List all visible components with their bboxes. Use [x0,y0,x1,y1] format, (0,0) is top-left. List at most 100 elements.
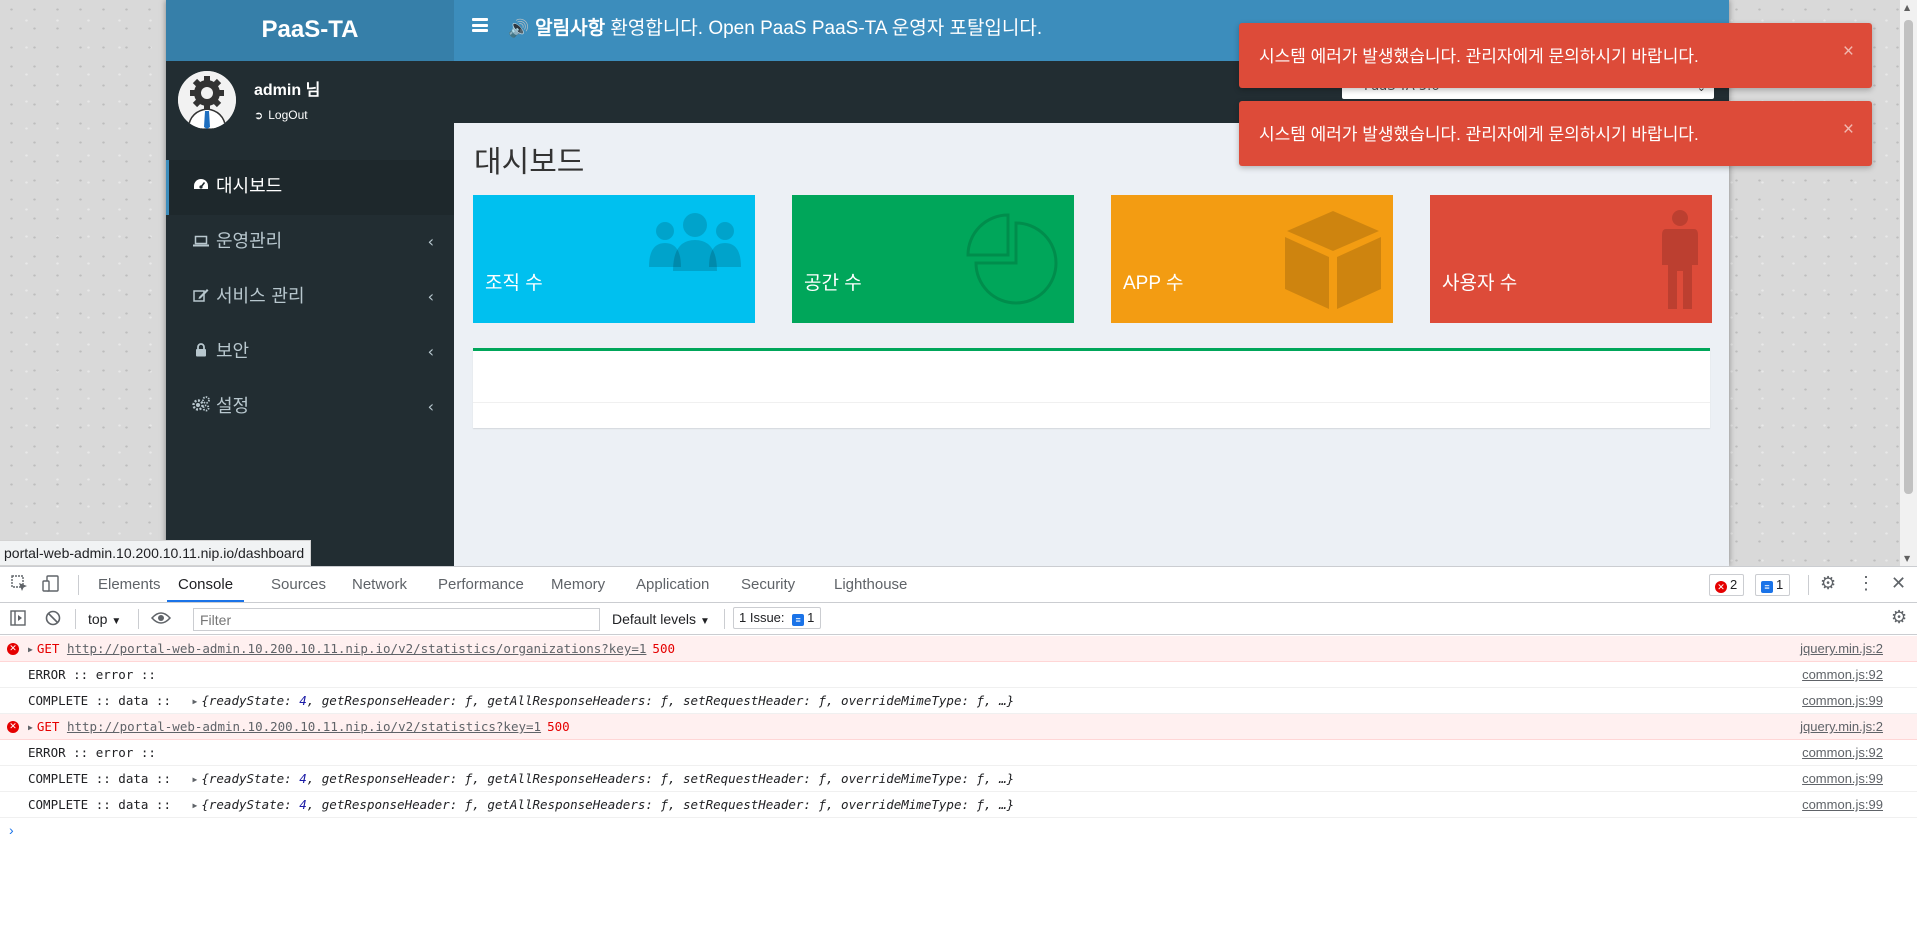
menu-toggle-icon[interactable] [472,18,488,32]
speaker-icon: 🔊 [508,19,530,38]
sidebar-item-settings[interactable]: 설정 ‹ [166,380,454,435]
source-link[interactable]: common.js:99 [1802,792,1883,817]
tab-lighthouse[interactable]: Lighthouse [834,567,907,602]
chevron-left-icon: ‹ [427,232,434,251]
object-number: 4 [299,771,307,786]
issues-label: 1 Issue: [739,610,785,625]
log-levels-value: Default levels [612,611,697,627]
status-code: 500 [547,719,570,734]
logout-label: LogOut [268,108,308,122]
settings-gear-icon[interactable]: ⚙ [1820,573,1836,594]
scroll-up-icon[interactable]: ▲ [1904,3,1910,12]
console-prompt[interactable]: › [0,818,1917,842]
error-count-badge[interactable]: ✕ 2 [1709,574,1745,596]
tab-application[interactable]: Application [636,567,709,602]
scroll-thumb[interactable] [1904,20,1913,494]
object-tail: , getResponseHeader: ƒ, getAllResponseHe… [306,797,1015,812]
stat-box-spaces[interactable]: 공간 수 [792,195,1074,323]
sidebar-item-dashboard[interactable]: 대시보드 [166,160,454,215]
edit-icon [191,270,211,324]
expand-triangle-icon[interactable]: ▶ [193,767,198,792]
log-text: COMPLETE :: data :: [28,797,171,812]
lock-icon [191,325,211,379]
avatar [178,71,236,129]
error-toast: 시스템 에러가 발생했습니다. 관리자에게 문의하시기 바랍니다. × [1239,101,1872,166]
object-tail: , getResponseHeader: ƒ, getAllResponseHe… [306,693,1015,708]
stat-box-users[interactable]: 사용자 수 [1430,195,1712,323]
stat-box-label: 조직 수 [485,273,543,294]
scroll-down-icon[interactable]: ▼ [1904,554,1910,563]
notice-bar: 🔊 알림사항 환영합니다. Open PaaS PaaS-TA 운영자 포탈입니다… [508,13,1042,40]
console-log-row: ERROR :: error :: common.js:92 [0,740,1917,766]
dropdown-arrow-icon: ▼ [699,616,710,627]
source-link[interactable]: common.js:99 [1802,766,1883,791]
close-icon[interactable]: × [1843,119,1854,141]
log-levels-select[interactable]: Default levels ▼ [612,611,710,627]
expand-triangle-icon[interactable]: ▶ [28,637,33,662]
tab-performance[interactable]: Performance [438,567,524,602]
source-link[interactable]: jquery.min.js:2 [1800,636,1883,661]
console-settings-gear-icon[interactable]: ⚙ [1891,607,1907,628]
issues-button[interactable]: 1 Issue: ≡ 1 [733,607,822,629]
logo[interactable]: PaaS-TA [166,0,454,61]
inspect-element-icon[interactable] [11,575,28,597]
sidebar-item-label: 대시보드 [216,176,283,197]
link-status-bar: portal-web-admin.10.200.10.11.nip.io/das… [0,540,312,566]
source-link[interactable]: common.js:99 [1802,688,1883,713]
sidebar-item-label: 설정 [216,396,250,417]
tab-elements[interactable]: Elements [98,567,161,602]
source-link[interactable]: jquery.min.js:2 [1800,714,1883,739]
close-devtools-icon[interactable]: ✕ [1891,573,1906,594]
page-scrollbar[interactable]: ▲ ▼ [1900,0,1917,566]
sign-out-icon: ➲ [254,110,264,122]
issue-count-badge[interactable]: ≡ 1 [1755,574,1791,596]
object-number: 4 [299,693,307,708]
sidebar-item-service-management[interactable]: 서비스 관리 ‹ [166,270,454,325]
divider [75,609,76,629]
object-head: {readyState: [201,797,300,812]
divider [78,575,79,595]
tab-network[interactable]: Network [352,567,407,602]
source-link[interactable]: common.js:92 [1802,740,1883,765]
expand-triangle-icon[interactable]: ▶ [28,715,33,740]
more-options-icon[interactable]: ⋮ [1857,573,1875,594]
devtools-panel: Elements Console Sources Network Perform… [0,566,1917,936]
stat-box-apps[interactable]: APP 수 [1111,195,1393,323]
stat-box-organizations[interactable]: 조직 수 [473,195,755,323]
tab-console[interactable]: Console [167,567,245,602]
tab-sources[interactable]: Sources [271,567,326,602]
message-icon: ≡ [792,614,805,626]
page-title: 대시보드 [474,146,585,179]
context-select[interactable]: top ▼ [88,611,121,627]
error-count: 2 [1730,577,1738,592]
console-output: ✕ ▶ GET http://portal-web-admin.10.200.10… [0,636,1917,842]
object-head: {readyState: [201,771,300,786]
object-preview[interactable]: ▶ {readyState: 4, getResponseHeader: ƒ, g… [193,771,1015,786]
console-filter-input[interactable] [193,608,600,631]
toast-message: 시스템 에러가 발생했습니다. 관리자에게 문의하시기 바랍니다. [1259,125,1699,144]
request-url-link[interactable]: http://portal-web-admin.10.200.10.11.nip… [67,641,646,656]
notice-text: 환영합니다. Open PaaS PaaS-TA 운영자 포탈입니다. [610,18,1043,39]
issues-count: 1 [807,610,815,625]
expand-triangle-icon[interactable]: ▶ [193,689,198,714]
close-icon[interactable]: × [1843,41,1854,63]
error-icon: ✕ [7,721,19,733]
prompt-chevron-icon: › [9,822,14,838]
sidebar-item-security[interactable]: 보안 ‹ [166,325,454,380]
tab-memory[interactable]: Memory [551,567,605,602]
sidebar-item-operations[interactable]: 운영관리 ‹ [166,215,454,270]
clear-console-icon[interactable] [45,610,61,631]
chevron-left-icon: ‹ [427,397,434,416]
tab-security[interactable]: Security [741,567,795,602]
object-preview[interactable]: ▶ {readyState: 4, getResponseHeader: ƒ, g… [193,797,1015,812]
issue-count: 1 [1776,577,1784,592]
request-url-link[interactable]: http://portal-web-admin.10.200.10.11.nip… [67,719,541,734]
eye-icon[interactable] [150,610,172,631]
source-link[interactable]: common.js:92 [1802,662,1883,687]
expand-triangle-icon[interactable]: ▶ [193,793,198,818]
object-preview[interactable]: ▶ {readyState: 4, getResponseHeader: ƒ, g… [193,693,1015,708]
device-toolbar-icon[interactable] [42,575,60,597]
logout-link[interactable]: ➲ LogOut [254,108,308,122]
divider [473,402,1710,403]
sidebar-toggle-icon[interactable] [10,610,26,631]
